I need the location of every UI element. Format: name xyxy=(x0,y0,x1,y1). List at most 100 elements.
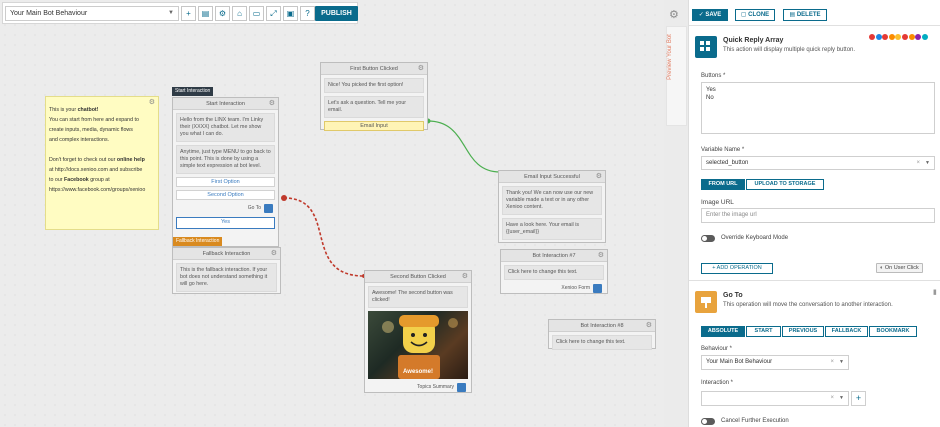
goto-icon xyxy=(593,284,602,293)
sms-icon xyxy=(895,34,902,40)
clone-button[interactable]: ▢ CLONE xyxy=(735,9,775,21)
help-icon[interactable]: ? xyxy=(300,6,315,21)
option-first[interactable]: First Option xyxy=(176,177,275,187)
goto-row[interactable]: Xenioo Form xyxy=(504,283,604,294)
youtube-icon xyxy=(869,34,875,40)
image-card[interactable]: Awesome! xyxy=(368,311,468,379)
on-user-click-chip[interactable]: ◐ On User Click xyxy=(876,263,923,273)
image-url-input[interactable]: Enter the image url xyxy=(701,208,935,223)
node-bot-interaction-7[interactable]: Bot Interaction #7 ⚙ Click here to change… xyxy=(500,249,608,294)
sticky-note[interactable]: ⚙ This is your chatbot! You can start fr… xyxy=(45,96,159,230)
chevron-down-icon[interactable]: ▼ xyxy=(925,160,930,166)
message-bubble[interactable]: Anytime, just type MENU to go back to th… xyxy=(176,145,275,174)
connector-start-to-second xyxy=(283,197,365,277)
gear-icon[interactable]: ⚙ xyxy=(149,99,155,106)
connector-first-to-email xyxy=(427,120,501,173)
image-caption: Awesome! xyxy=(403,369,433,375)
gear-icon[interactable]: ⚙ xyxy=(646,320,652,332)
publish-button[interactable]: PUBLISH xyxy=(315,6,358,21)
goto-icon xyxy=(457,383,466,392)
message-bubble[interactable]: This is the fallback interaction. If you… xyxy=(176,263,277,292)
behaviour-select[interactable]: Your Main Bot Behaviour × ▼ xyxy=(701,355,849,370)
goto-operation-section: ▮ Go To This operation will move the con… xyxy=(689,280,940,427)
chevron-down-icon[interactable]: ▼ xyxy=(839,359,844,365)
tab-from-url[interactable]: FROM URL xyxy=(701,179,745,190)
variable-name-select[interactable]: selected_button × ▼ xyxy=(701,156,935,170)
delete-button[interactable]: ▤ DELETE xyxy=(783,9,827,21)
node-bot-interaction-8[interactable]: Bot Interaction #8 ⚙ Click here to change… xyxy=(548,319,656,350)
gear-icon[interactable]: ⚙ xyxy=(598,250,604,262)
override-keyboard-toggle[interactable] xyxy=(701,235,715,242)
puzzle-icon[interactable]: ⌂ xyxy=(232,6,247,21)
gear-icon[interactable]: ⚙ xyxy=(418,63,424,75)
node-email-input-successful[interactable]: Email Input Successful ⚙ Thank you! We ca… xyxy=(498,170,606,243)
option-yes[interactable]: Yes xyxy=(176,217,275,229)
gear-icon[interactable]: ⚙ xyxy=(269,98,275,110)
settings-icon[interactable]: ⚙ xyxy=(215,6,230,21)
tab-bookmark[interactable]: BOOKMARK xyxy=(869,326,917,337)
message-bubble[interactable]: Let's ask a question. Tell me your email… xyxy=(324,96,424,118)
option-email-input[interactable]: Email Input xyxy=(324,121,424,131)
message-bubble[interactable]: Click here to change this text. xyxy=(504,265,604,280)
tab-upload-to-storage[interactable]: UPLOAD TO STORAGE xyxy=(746,179,824,190)
add-operation-button[interactable]: + ADD OPERATION xyxy=(701,263,773,274)
clear-icon[interactable]: × xyxy=(830,359,834,365)
preview-bot-tab[interactable]: Preview Your Bot xyxy=(666,26,687,126)
phone-icon xyxy=(915,34,922,40)
message-bubble[interactable]: Click here to change this text. xyxy=(552,335,652,350)
goto-row[interactable]: Topics Summary xyxy=(368,382,468,393)
tab-fallback[interactable]: FALLBACK xyxy=(825,326,868,337)
clear-icon[interactable]: × xyxy=(830,395,834,401)
goto-operation-icon xyxy=(695,291,717,313)
quick-reply-array-icon xyxy=(695,36,717,58)
node-second-button-clicked[interactable]: Second Button Clicked ⚙ Awesome! The seco… xyxy=(364,270,472,393)
message-bubble[interactable]: Have a look here. Your email is {{user_e… xyxy=(502,218,602,240)
flow-canvas[interactable]: ⚙ This is your chatbot! You can start fr… xyxy=(0,0,664,427)
node-fallback-interaction[interactable]: Fallback Interaction ⚙ This is the fallba… xyxy=(172,247,281,294)
add-icon[interactable]: + xyxy=(181,6,196,21)
message-bubble[interactable]: Awesome! The second button was clicked! xyxy=(368,286,468,308)
document-icon[interactable]: ▭ xyxy=(249,6,264,21)
goto-row[interactable]: Go To xyxy=(176,203,275,214)
properties-panel: ✓ SAVE ▢ CLONE ▤ DELETE Quick Reply Arra… xyxy=(688,0,940,427)
expand-icon[interactable]: ⤢ xyxy=(266,6,281,21)
message-bubble[interactable]: Nice! You picked the first option! xyxy=(324,78,424,93)
behaviour-select[interactable]: Your Main Bot Behaviour ▼ xyxy=(5,6,179,21)
trash-icon: ▤ xyxy=(789,12,797,18)
interaction-select[interactable]: × ▼ xyxy=(701,391,849,406)
message-bubble[interactable]: Thank you! We can now use our new variab… xyxy=(502,186,602,215)
gear-icon[interactable]: ⚙ xyxy=(596,171,602,183)
canvas-toolbar: Your Main Bot Behaviour ▼ + ▤ ⚙ ⌂ ▭ ⤢ ▣ ?… xyxy=(2,2,358,24)
option-second[interactable]: Second Option xyxy=(176,190,275,200)
gear-icon[interactable]: ⚙ xyxy=(462,271,468,283)
save-button[interactable]: ✓ SAVE xyxy=(692,9,728,21)
chevron-down-icon[interactable]: ▼ xyxy=(839,395,844,401)
start-interaction-tag: Start Interaction xyxy=(172,87,214,96)
image-icon[interactable]: ▣ xyxy=(283,6,298,21)
clear-icon[interactable]: × xyxy=(916,160,920,166)
web-icon xyxy=(908,34,915,40)
connector-start-endpoint xyxy=(281,195,287,201)
node-first-button-clicked[interactable]: First Button Clicked ⚙ Nice! You picked t… xyxy=(320,62,428,131)
quick-reply-array-section: Quick Reply Array This action will displ… xyxy=(689,25,940,274)
chevron-down-icon: ▼ xyxy=(168,10,174,16)
tab-start[interactable]: START xyxy=(746,326,781,337)
trash-icon[interactable]: ▮ xyxy=(933,288,937,296)
add-interaction-button[interactable]: + xyxy=(851,391,866,406)
telegram-icon xyxy=(875,34,882,40)
goto-icon xyxy=(264,204,273,213)
chat-icon xyxy=(888,34,895,40)
channel-icons xyxy=(869,34,940,42)
gear-icon[interactable]: ⚙ xyxy=(271,248,277,260)
message-bubble[interactable]: Hello from the LINX team. I'm Linky thei… xyxy=(176,113,275,142)
alexa-icon xyxy=(921,34,928,40)
tab-previous[interactable]: PREVIOUS xyxy=(782,326,824,337)
node-start-interaction[interactable]: Start Interaction ⚙ Hello from the LINX t… xyxy=(172,97,279,247)
slack-icon xyxy=(901,34,908,40)
messenger-icon xyxy=(882,34,889,40)
cancel-execution-toggle[interactable] xyxy=(701,418,715,425)
buttons-textarea[interactable]: Yes No xyxy=(701,82,935,134)
fallback-interaction-tag: Fallback Interaction xyxy=(173,237,223,246)
tab-absolute[interactable]: ABSOLUTE xyxy=(701,326,745,337)
chart-icon[interactable]: ▤ xyxy=(198,6,213,21)
